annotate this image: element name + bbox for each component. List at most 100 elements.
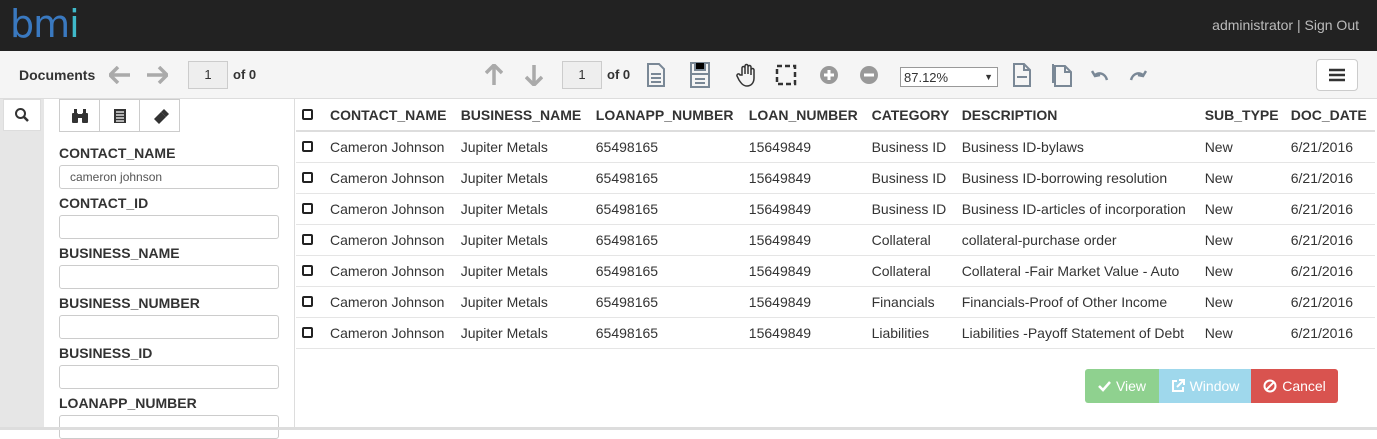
column-header[interactable]: CATEGORY — [867, 99, 958, 132]
table-cell: Collateral — [867, 224, 958, 256]
bmi-logo[interactable]: bmi — [10, 2, 80, 46]
table-cell: Cameron Johnson — [326, 162, 457, 194]
table-row[interactable]: Cameron Johnson Jupiter Metals 65498165 156… — [296, 162, 1375, 194]
table-cell: collateral-purchase order — [957, 224, 1201, 256]
fit-page-button[interactable] — [641, 60, 671, 90]
row-checkbox[interactable] — [302, 233, 313, 245]
page-up-button[interactable] — [482, 63, 506, 87]
business-name-input[interactable] — [59, 265, 279, 289]
contact-name-input[interactable]: cameron johnson — [59, 165, 279, 189]
table-cell: Business ID — [867, 193, 958, 225]
row-checkbox[interactable] — [302, 171, 313, 183]
table-cell: Financials-Proof of Other Income — [957, 286, 1201, 318]
table-row[interactable]: Cameron Johnson Jupiter Metals 65498165 156… — [296, 224, 1375, 256]
table-cell: Cameron Johnson — [326, 224, 457, 256]
column-header[interactable]: BUSINESS_NAME — [456, 99, 592, 132]
plus-circle-icon — [820, 66, 838, 84]
table-cell: Business ID — [867, 162, 958, 194]
top-navbar: bmi administrator | Sign Out — [0, 0, 1377, 51]
table-row[interactable]: Cameron Johnson Jupiter Metals 65498165 156… — [296, 131, 1375, 163]
copy-icon — [1052, 64, 1072, 87]
filter-contact-name: CONTACT_NAME cameron johnson — [59, 145, 279, 189]
table-cell: Cameron Johnson — [326, 255, 457, 287]
filter-business-id: BUSINESS_ID — [59, 345, 279, 389]
arrow-right-icon — [147, 66, 168, 84]
copy-page-button[interactable] — [1047, 60, 1077, 90]
ban-icon — [1263, 379, 1277, 393]
filter-tabs — [59, 99, 180, 132]
column-header[interactable]: DOC_DATE — [1286, 99, 1375, 132]
arrow-left-icon — [109, 66, 130, 84]
row-checkbox[interactable] — [302, 140, 313, 152]
column-header[interactable]: LOAN_NUMBER — [744, 99, 868, 132]
check-icon — [1098, 380, 1111, 392]
view-label: View — [1115, 378, 1147, 394]
table-row[interactable]: Cameron Johnson Jupiter Metals 65498165 156… — [296, 317, 1375, 349]
menu-button[interactable] — [1316, 59, 1358, 91]
zoom-select[interactable]: 87.12% ▼ — [900, 67, 998, 87]
username-link[interactable]: administrator — [1212, 17, 1293, 33]
page-icon — [1013, 63, 1031, 87]
pan-tool-button[interactable] — [732, 60, 762, 90]
table-cell: Cameron Johnson — [326, 131, 457, 163]
tab-list[interactable] — [99, 99, 140, 132]
logo-text-i: i — [69, 2, 80, 46]
viewer-toolbar: Documents 1 of 0 1 of 0 87.12% ▼ — [0, 51, 1377, 99]
table-cell: 65498165 — [591, 286, 745, 318]
logo-text: bm — [10, 2, 70, 46]
cancel-button[interactable]: Cancel — [1251, 369, 1338, 403]
tab-clear[interactable] — [139, 99, 180, 132]
page-down-button[interactable] — [522, 63, 546, 87]
column-header[interactable]: LOANAPP_NUMBER — [591, 99, 745, 132]
next-document-button[interactable] — [145, 63, 169, 87]
cancel-label: Cancel — [1282, 378, 1326, 394]
table-cell: New — [1200, 317, 1287, 349]
contact-id-input[interactable] — [59, 215, 279, 239]
table-cell: Jupiter Metals — [456, 193, 592, 225]
view-button[interactable]: View — [1085, 369, 1159, 403]
filter-label: CONTACT_ID — [59, 195, 149, 211]
column-header[interactable]: DESCRIPTION — [957, 99, 1201, 132]
select-area-button[interactable] — [771, 60, 801, 90]
zoom-in-button[interactable] — [814, 60, 844, 90]
table-cell: 15649849 — [744, 162, 868, 194]
table-cell: 6/21/2016 — [1286, 317, 1375, 349]
column-header[interactable]: CONTACT_NAME — [326, 99, 457, 132]
sign-out-link[interactable]: Sign Out — [1305, 17, 1359, 33]
row-checkbox[interactable] — [302, 264, 313, 276]
table-cell: 15649849 — [744, 131, 868, 163]
search-panel-toggle[interactable] — [3, 99, 41, 131]
external-link-icon — [1171, 379, 1185, 392]
select-all-checkbox[interactable] — [302, 108, 313, 120]
prev-document-button[interactable] — [108, 63, 132, 87]
table-cell: New — [1200, 286, 1287, 318]
business-id-input[interactable] — [59, 365, 279, 389]
zoom-out-button[interactable] — [854, 60, 884, 90]
table-cell: Business ID-articles of incorporation — [957, 193, 1201, 225]
table-cell: Jupiter Metals — [456, 131, 592, 163]
row-checkbox[interactable] — [302, 202, 313, 214]
tab-find[interactable] — [59, 99, 100, 132]
window-button[interactable]: Window — [1159, 369, 1251, 403]
business-number-input[interactable] — [59, 315, 279, 339]
table-row[interactable]: Cameron Johnson Jupiter Metals 65498165 156… — [296, 255, 1375, 287]
filter-label: BUSINESS_NUMBER — [59, 295, 200, 311]
document-page-input[interactable]: 1 — [188, 61, 228, 89]
zoom-value: 87.12% — [904, 69, 949, 85]
column-header[interactable]: SUB_TYPE — [1200, 99, 1287, 132]
row-select-cell — [296, 286, 326, 318]
table-cell: 6/21/2016 — [1286, 224, 1375, 256]
table-row[interactable]: Cameron Johnson Jupiter Metals 65498165 156… — [296, 193, 1375, 225]
undo-button[interactable] — [1085, 60, 1115, 90]
row-checkbox[interactable] — [302, 295, 313, 307]
redo-button[interactable] — [1123, 60, 1153, 90]
row-checkbox[interactable] — [302, 326, 313, 338]
table-row[interactable]: Cameron Johnson Jupiter Metals 65498165 156… — [296, 286, 1375, 318]
rotate-page-button[interactable] — [1007, 60, 1037, 90]
row-select-cell — [296, 317, 326, 349]
filter-label: CONTACT_NAME — [59, 145, 176, 161]
page-number-input[interactable]: 1 — [562, 61, 602, 89]
user-menu: administrator | Sign Out — [1212, 17, 1359, 33]
documents-table: CONTACT_NAME BUSINESS_NAME LOANAPP_NUMBE… — [296, 99, 1375, 349]
fit-width-button[interactable] — [685, 60, 715, 90]
